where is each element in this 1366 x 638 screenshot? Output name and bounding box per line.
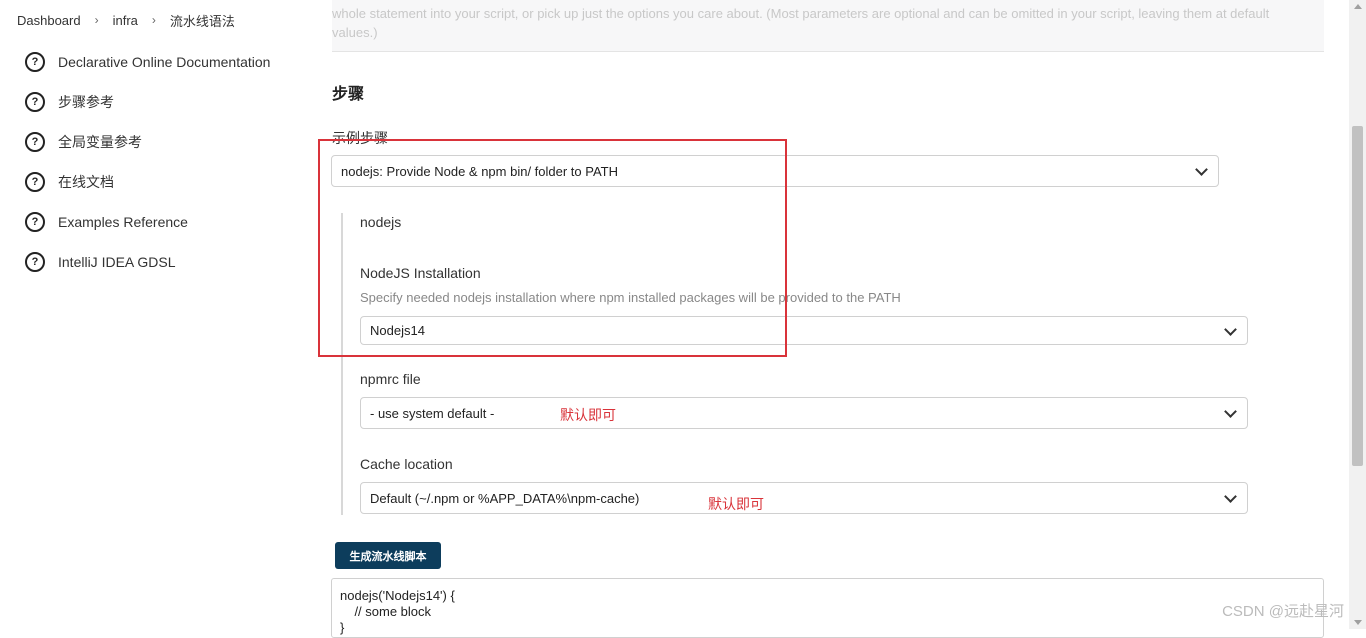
sidebar-item-label: 在线文档 — [58, 174, 114, 190]
step-description: whole statement into your script, or pic… — [332, 0, 1324, 52]
help-circle-icon: ? — [25, 252, 45, 272]
cache-location-select[interactable]: Default (~/.npm or %APP_DATA%\npm-cache) — [360, 482, 1248, 514]
sidebar-item-label: 步骤参考 — [58, 94, 114, 110]
sidebar-item-online-docs[interactable]: ? 在线文档 — [25, 162, 305, 202]
help-circle-icon: ? — [25, 172, 45, 192]
scroll-up-arrow-icon[interactable] — [1354, 4, 1362, 9]
step-description-text: whole statement into your script, or pic… — [332, 6, 1270, 40]
sidebar-item-intellij-gdsl[interactable]: ? IntelliJ IDEA GDSL — [25, 242, 305, 282]
sample-step-label: 示例步骤 — [332, 130, 388, 146]
chevron-right-icon: › — [94, 13, 99, 27]
sidebar-item-label: 全局变量参考 — [58, 134, 142, 150]
annotation-default-note: 默认即可 — [560, 407, 616, 423]
sidebar-item-declarative-docs[interactable]: ? Declarative Online Documentation — [25, 42, 305, 82]
chevron-down-icon — [1224, 323, 1237, 336]
cache-location-value: Default (~/.npm or %APP_DATA%\npm-cache) — [370, 490, 640, 506]
help-circle-icon: ? — [25, 212, 45, 232]
breadcrumb-dashboard[interactable]: Dashboard — [17, 13, 81, 28]
page-scrollbar[interactable] — [1349, 0, 1366, 629]
help-circle-icon: ? — [25, 132, 45, 152]
sidebar-item-label: Examples Reference — [58, 214, 188, 230]
nodejs-installation-select[interactable]: Nodejs14 — [360, 316, 1248, 345]
chevron-down-icon — [1224, 490, 1237, 503]
scroll-down-arrow-icon[interactable] — [1354, 620, 1362, 625]
nodejs-installation-label: NodeJS Installation — [360, 265, 481, 281]
nodejs-installation-value: Nodejs14 — [370, 323, 425, 338]
sample-step-value: nodejs: Provide Node & npm bin/ folder t… — [341, 163, 618, 179]
help-circle-icon: ? — [25, 52, 45, 72]
step-config-divider — [341, 213, 343, 515]
sidebar-item-global-variables[interactable]: ? 全局变量参考 — [25, 122, 305, 162]
watermark: CSDN @远赴星河 — [1222, 603, 1344, 620]
step-name: nodejs — [360, 214, 402, 230]
help-circle-icon: ? — [25, 92, 45, 112]
breadcrumb-infra[interactable]: infra — [113, 13, 138, 28]
section-title-steps: 步骤 — [332, 86, 365, 103]
sidebar-item-examples-reference[interactable]: ? Examples Reference — [25, 202, 305, 242]
npmrc-file-label: npmrc file — [360, 371, 421, 387]
breadcrumb: Dashboard › infra › 流水线语法 — [0, 0, 300, 40]
breadcrumb-pipeline-syntax[interactable]: 流水线语法 — [170, 11, 235, 30]
nodejs-installation-help: Specify needed nodejs installation where… — [360, 290, 901, 305]
pipeline-script-output[interactable]: nodejs('Nodejs14') { // some block } — [331, 578, 1324, 638]
annotation-default-note: 默认即可 — [708, 496, 764, 512]
chevron-down-icon — [1195, 163, 1208, 176]
npmrc-file-value: - use system default - — [370, 405, 495, 421]
sample-step-select[interactable]: nodejs: Provide Node & npm bin/ folder t… — [331, 155, 1219, 187]
sidebar-item-label: Declarative Online Documentation — [58, 54, 271, 70]
chevron-right-icon: › — [151, 13, 156, 27]
sidebar-item-step-reference[interactable]: ? 步骤参考 — [25, 82, 305, 122]
generate-pipeline-script-button[interactable]: 生成流水线脚本 — [335, 542, 441, 569]
cache-location-label: Cache location — [360, 456, 453, 472]
npmrc-file-select[interactable]: - use system default - — [360, 397, 1248, 429]
sidebar-item-label: IntelliJ IDEA GDSL — [58, 254, 176, 270]
sidebar: ? Declarative Online Documentation ? 步骤参… — [25, 42, 305, 282]
scrollbar-thumb[interactable] — [1352, 126, 1363, 466]
chevron-down-icon — [1224, 405, 1237, 418]
